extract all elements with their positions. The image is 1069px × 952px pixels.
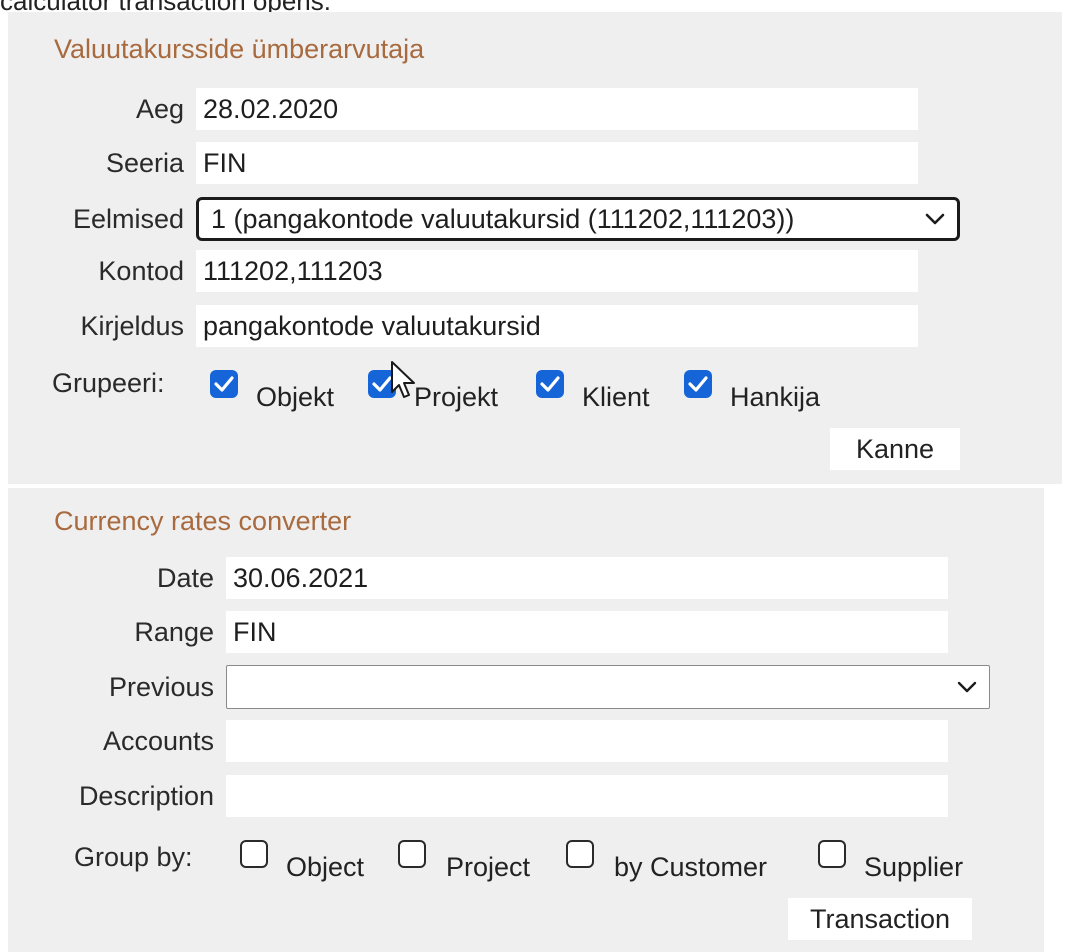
range-input[interactable] (226, 611, 948, 653)
group-label: Group by: (74, 842, 193, 872)
range-label: Range (134, 617, 214, 647)
panel-title: Valuutakursside ümberarvutaja (54, 34, 425, 64)
accounts-label: Accounts (102, 726, 214, 756)
currency-converter-panel-et: Valuutakursside ümberarvutaja Aeg Seeria… (8, 12, 1062, 484)
series-label: Seeria (105, 148, 184, 178)
currency-converter-panel-en: Currency rates converter Date Range Prev… (8, 488, 1044, 952)
projekt-checkbox-label: Projekt (414, 382, 499, 412)
objekt-checkbox-label: Objekt (256, 382, 335, 412)
accounts-input[interactable] (226, 720, 948, 762)
projekt-checkbox[interactable] (368, 370, 396, 398)
series-input[interactable] (196, 142, 918, 184)
description-input[interactable] (226, 775, 948, 817)
checkmark-icon (214, 376, 234, 392)
hankija-checkbox[interactable] (684, 370, 712, 398)
supplier-checkbox-label: Supplier (864, 852, 964, 882)
chevron-down-icon (957, 666, 977, 708)
checkmark-icon (688, 376, 708, 392)
previous-select[interactable]: 1 (pangakontode valuutakursid (111202,11… (196, 197, 960, 241)
klient-checkbox-label: Klient (582, 382, 650, 412)
transaction-button[interactable]: Kanne (830, 428, 960, 470)
date-input[interactable] (196, 88, 918, 130)
project-checkbox[interactable] (398, 840, 426, 868)
checkmark-icon (372, 376, 392, 392)
date-input[interactable] (226, 557, 948, 599)
chevron-down-icon (925, 200, 945, 238)
panel-title: Currency rates converter (54, 506, 352, 536)
hankija-checkbox-label: Hankija (730, 382, 821, 412)
supplier-checkbox[interactable] (818, 840, 846, 868)
transaction-button[interactable]: Transaction (788, 898, 972, 940)
date-label: Aeg (135, 94, 184, 124)
previous-select-value: 1 (pangakontode valuutakursid (111202,11… (211, 204, 795, 234)
description-input[interactable] (196, 305, 918, 347)
checkmark-icon (540, 376, 560, 392)
previous-select[interactable] (226, 665, 990, 709)
description-label: Kirjeldus (80, 311, 184, 341)
object-checkbox-label: Object (286, 852, 365, 882)
klient-checkbox[interactable] (536, 370, 564, 398)
previous-label: Eelmised (72, 204, 184, 234)
project-checkbox-label: Project (446, 852, 531, 882)
objekt-checkbox[interactable] (210, 370, 238, 398)
group-label: Grupeeri: (52, 368, 165, 398)
date-label: Date (156, 563, 214, 593)
description-label: Description (78, 781, 214, 811)
by-customer-checkbox[interactable] (566, 840, 594, 868)
accounts-input[interactable] (196, 250, 918, 292)
by-customer-checkbox-label: by Customer (614, 852, 768, 882)
previous-label: Previous (108, 672, 214, 702)
object-checkbox[interactable] (240, 840, 268, 868)
accounts-label: Kontod (98, 256, 184, 286)
